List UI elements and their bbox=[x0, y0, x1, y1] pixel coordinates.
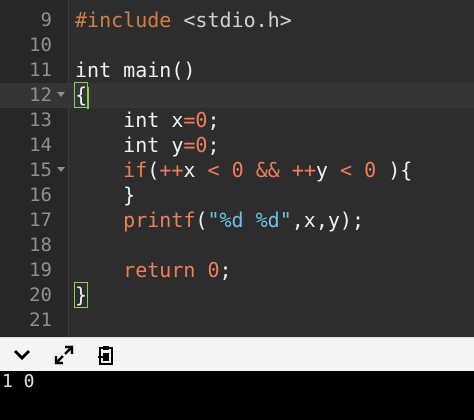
code-text: } bbox=[75, 183, 135, 208]
console-output-panel: 1 0 bbox=[0, 371, 474, 420]
code-token: int main() bbox=[75, 58, 196, 82]
line-number: 16 bbox=[29, 184, 52, 206]
code-token: 0 bbox=[364, 158, 377, 182]
console-output-text: 1 0 bbox=[2, 371, 35, 392]
code-token: "%d %d" bbox=[207, 208, 292, 232]
code-token: 0 bbox=[195, 133, 208, 157]
code-token: ( bbox=[147, 158, 160, 182]
code-token: if bbox=[123, 158, 148, 182]
console-toolbar bbox=[0, 337, 474, 372]
clipboard-button[interactable] bbox=[94, 344, 118, 366]
code-line[interactable]: 13 int x=0; bbox=[0, 108, 474, 133]
code-token: { bbox=[73, 82, 89, 108]
code-line[interactable]: 20} bbox=[0, 282, 474, 308]
line-number: 13 bbox=[29, 109, 52, 131]
code-token: y bbox=[315, 158, 341, 182]
code-token: ; bbox=[207, 108, 220, 132]
code-token: < bbox=[340, 158, 353, 182]
code-token: <stdio.h> bbox=[183, 8, 292, 32]
code-token: ; bbox=[219, 258, 232, 282]
code-token: = bbox=[183, 108, 196, 132]
code-token: 0 bbox=[195, 108, 208, 132]
fold-arrow-icon[interactable] bbox=[57, 167, 65, 172]
code-line[interactable]: 19 return 0; bbox=[0, 258, 474, 283]
collapse-console-button[interactable] bbox=[10, 344, 34, 366]
code-token: #include bbox=[75, 8, 184, 32]
code-line[interactable]: 21 bbox=[0, 308, 474, 333]
code-token: ( bbox=[195, 208, 208, 232]
code-editor[interactable]: 9 #include <stdio.h> 10 11 int main() 12 {13 i… bbox=[0, 0, 474, 337]
code-text: } bbox=[73, 282, 89, 308]
line-number: 9 bbox=[40, 9, 52, 31]
code-token: } bbox=[73, 282, 89, 308]
code-token: ; bbox=[207, 133, 220, 157]
line-number: 17 bbox=[29, 209, 52, 231]
expand-icon bbox=[54, 345, 74, 365]
code-token: < bbox=[207, 158, 220, 182]
fold-arrow-icon[interactable] bbox=[57, 92, 65, 97]
line-number: 21 bbox=[29, 309, 52, 331]
line-number: 10 bbox=[29, 34, 52, 56]
expand-console-button[interactable] bbox=[52, 344, 76, 366]
code-token: = bbox=[183, 133, 196, 157]
line-number: 11 bbox=[29, 59, 52, 81]
code-line[interactable]: 9 #include <stdio.h> bbox=[0, 8, 474, 33]
code-text: if(++x < 0 && ++y < 0 ){ bbox=[75, 158, 412, 183]
code-text: { bbox=[73, 82, 89, 108]
code-token: } bbox=[75, 183, 136, 207]
chevron-down-icon bbox=[13, 349, 31, 361]
code-token: ++ bbox=[159, 158, 184, 182]
code-token: && bbox=[255, 158, 280, 182]
code-text: return 0; bbox=[75, 258, 232, 283]
line-number: 12 bbox=[29, 84, 52, 106]
line-number: 18 bbox=[29, 234, 52, 256]
code-token: x bbox=[183, 158, 208, 182]
code-token: int x bbox=[75, 108, 184, 132]
line-number: 15 bbox=[29, 159, 52, 181]
code-token: ){ bbox=[376, 158, 413, 182]
code-token: ,x,y); bbox=[291, 208, 365, 232]
code-text: printf("%d %d",x,y); bbox=[75, 208, 364, 233]
code-token: 0 bbox=[207, 258, 220, 282]
code-text: int x=0; bbox=[75, 108, 220, 133]
code-token: int y bbox=[75, 133, 184, 157]
line-number: 14 bbox=[29, 134, 52, 156]
code-line[interactable]: 12 { bbox=[0, 82, 474, 108]
code-token: ++ bbox=[291, 158, 316, 182]
code-token: printf bbox=[123, 208, 196, 232]
code-text: #include <stdio.h> bbox=[75, 8, 292, 33]
text-cursor bbox=[87, 87, 89, 109]
clipboard-icon bbox=[98, 346, 113, 365]
code-token: 0 bbox=[231, 158, 244, 182]
line-number: 19 bbox=[29, 259, 52, 281]
code-token: return bbox=[123, 258, 196, 282]
code-line[interactable]: 16 } bbox=[0, 183, 474, 208]
code-line[interactable]: 17 printf("%d %d",x,y); bbox=[0, 208, 474, 233]
code-line[interactable]: 14 int y=0; bbox=[0, 133, 474, 158]
code-line[interactable]: 10 bbox=[0, 33, 474, 58]
code-line[interactable]: 18 bbox=[0, 233, 474, 258]
code-line[interactable]: 15 if(++x < 0 && ++y < 0 ){ bbox=[0, 158, 474, 183]
line-number: 20 bbox=[29, 284, 52, 306]
code-text: int y=0; bbox=[75, 133, 220, 158]
code-line[interactable]: 11 int main() bbox=[0, 58, 474, 83]
code-text: int main() bbox=[75, 58, 195, 83]
